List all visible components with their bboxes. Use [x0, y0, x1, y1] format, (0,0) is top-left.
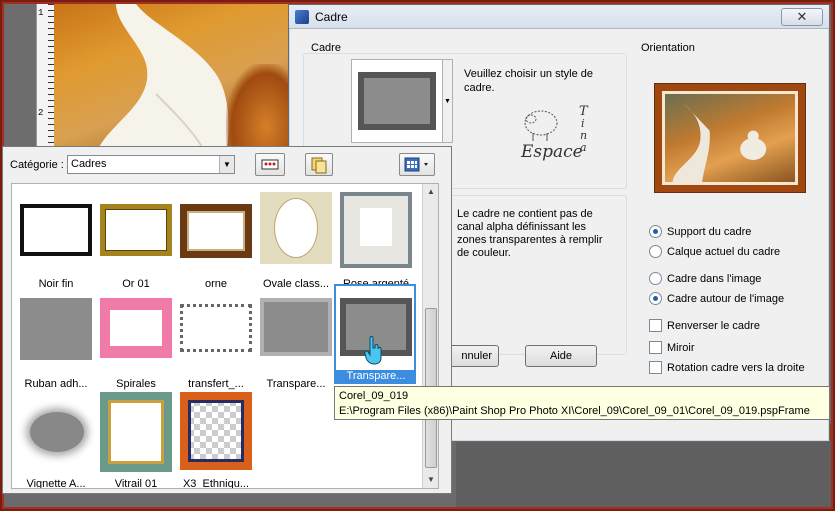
- checkbox-renverser[interactable]: Renverser le cadre: [649, 319, 760, 332]
- radio-label: Cadre dans l'image: [667, 272, 762, 285]
- frame-tile[interactable]: X3_Ethniqu...: [176, 392, 254, 489]
- frame-label: orne: [204, 278, 228, 290]
- frame-thumbnail: [20, 192, 92, 264]
- palette-folder-button[interactable]: [305, 153, 333, 176]
- frame-label: Noir fin: [38, 278, 74, 290]
- frame-style-dropdown-button[interactable]: ▼: [443, 59, 453, 143]
- frame-label: transfert_...: [188, 378, 244, 390]
- orientation-group-label: Orientation: [641, 42, 695, 54]
- frame-thumbnail: [180, 292, 252, 364]
- category-select[interactable]: Cadres ▼: [67, 155, 235, 174]
- frame-tile[interactable]: orne: [176, 192, 254, 292]
- frame-label: Vitrail 01: [114, 478, 158, 489]
- dialog-titlebar: Cadre ✕: [289, 5, 829, 29]
- frame-thumbnail: [100, 392, 172, 472]
- checkbox-miroir[interactable]: Miroir: [649, 341, 695, 354]
- style-prompt-text: Veuillez choisir un style de cadre.: [464, 68, 594, 94]
- frame-tile[interactable]: transfert_...: [176, 292, 254, 392]
- tina-logo: Espace T i n a: [520, 104, 589, 162]
- vertical-scrollbar[interactable]: ▲ ▼: [422, 184, 438, 488]
- radio-dot: [649, 292, 662, 305]
- frame-tile[interactable]: Vignette A...: [16, 392, 94, 489]
- frame-label: Ruban adh...: [24, 378, 88, 390]
- view-options-button[interactable]: [399, 153, 435, 176]
- frame-label: Transpare...: [266, 378, 326, 390]
- frame-label: Spirales: [116, 378, 156, 390]
- radio-cadre-autour-image[interactable]: Cadre autour de l'image: [649, 292, 784, 305]
- frame-label: Transpare...: [336, 370, 416, 382]
- close-button[interactable]: ✕: [781, 8, 823, 26]
- frame-thumbnail: [20, 292, 92, 364]
- heron-image: [96, 4, 229, 154]
- alpha-notice-text: Le cadre ne contient pas de canal alpha …: [457, 208, 603, 259]
- frame-thumbnail: [260, 292, 332, 364]
- frame-tile[interactable]: Noir fin: [16, 192, 94, 292]
- frame-thumbnail: [180, 392, 252, 470]
- grid-view-icon: [404, 157, 428, 172]
- radio-calque-actuel[interactable]: Calque actuel du cadre: [649, 245, 780, 258]
- radio-label: Support du cadre: [667, 225, 752, 238]
- radio-label: Cadre autour de l'image: [667, 292, 785, 305]
- ruler-label: 1: [38, 8, 44, 18]
- frame-thumbnail: [340, 192, 412, 268]
- frame-palette-popup: Catégorie : Cadres ▼ Noir fin Or 01 orne Ov…: [2, 146, 452, 494]
- checkbox-box: [649, 361, 662, 374]
- frame-tile[interactable]: Spirales: [96, 292, 174, 392]
- frame-tile[interactable]: Rose argenté: [336, 192, 414, 292]
- chevron-down-icon: ▼: [444, 98, 451, 105]
- preview-image: [672, 103, 767, 182]
- frame-tile[interactable]: Or 01: [96, 192, 174, 292]
- frame-tile[interactable]: Ovale class...: [256, 192, 334, 292]
- background-photo: 1 2: [6, 4, 306, 154]
- frame-tooltip: Corel_09_019 E:\Program Files (x86)\Pain…: [334, 386, 830, 420]
- frame-tile[interactable]: Transpare...: [256, 292, 334, 392]
- checkbox-label: Rotation cadre vers la droite: [667, 361, 805, 374]
- svg-text:a: a: [580, 141, 587, 154]
- frame-thumbnail: [20, 392, 92, 464]
- vertical-ruler: 1 2: [6, 4, 54, 154]
- chevron-down-icon: ▼: [219, 156, 234, 173]
- tooltip-path: E:\Program Files (x86)\Paint Shop Pro Ph…: [339, 405, 810, 417]
- frame-presets-icon: [261, 159, 279, 170]
- radio-support-cadre[interactable]: Support du cadre: [649, 225, 751, 238]
- category-label: Catégorie :: [10, 159, 64, 171]
- hand-cursor-icon: [364, 336, 382, 365]
- checkbox-box: [649, 319, 662, 332]
- frame-label: Ovale class...: [262, 278, 330, 290]
- radio-dot: [649, 272, 662, 285]
- frame-tile[interactable]: Vitrail 01: [96, 392, 174, 489]
- tooltip-name: Corel_09_019: [339, 390, 409, 402]
- radio-cadre-dans-image[interactable]: Cadre dans l'image: [649, 272, 761, 285]
- checkbox-label: Renverser le cadre: [667, 319, 760, 332]
- scroll-down-icon[interactable]: ▼: [423, 472, 438, 488]
- frame-label: Vignette A...: [26, 478, 86, 489]
- radio-dot: [649, 225, 662, 238]
- frame-thumbnail: [260, 192, 332, 264]
- checkbox-box: [649, 341, 662, 354]
- checkbox-rotation[interactable]: Rotation cadre vers la droite: [649, 361, 805, 374]
- radio-dot: [649, 245, 662, 258]
- palette-toolbar-button[interactable]: [255, 153, 285, 176]
- frame-tile[interactable]: Transpare...: [334, 284, 416, 384]
- frame-label: Or 01: [122, 278, 150, 290]
- scroll-up-icon[interactable]: ▲: [423, 184, 438, 200]
- category-value: Cadres: [71, 158, 107, 170]
- frame-thumbnail: [100, 292, 172, 364]
- folder-icon: [311, 157, 327, 174]
- checkbox-label: Miroir: [667, 341, 695, 354]
- logo-text: Espace: [520, 142, 583, 162]
- frame-style-preview[interactable]: [351, 59, 443, 143]
- frame-label: X3_Ethniqu...: [182, 478, 250, 489]
- dialog-title: Cadre: [315, 10, 348, 24]
- close-icon: ✕: [796, 9, 808, 24]
- app-icon: [295, 10, 309, 24]
- frame-tile[interactable]: Ruban adh...: [16, 292, 94, 392]
- orientation-preview: [654, 83, 806, 193]
- help-button[interactable]: Aide: [525, 345, 597, 367]
- frame-thumbnail: [100, 192, 172, 264]
- frame-thumbnail: [180, 192, 252, 264]
- ruler-label: 2: [38, 108, 44, 118]
- radio-label: Calque actuel du cadre: [667, 245, 781, 258]
